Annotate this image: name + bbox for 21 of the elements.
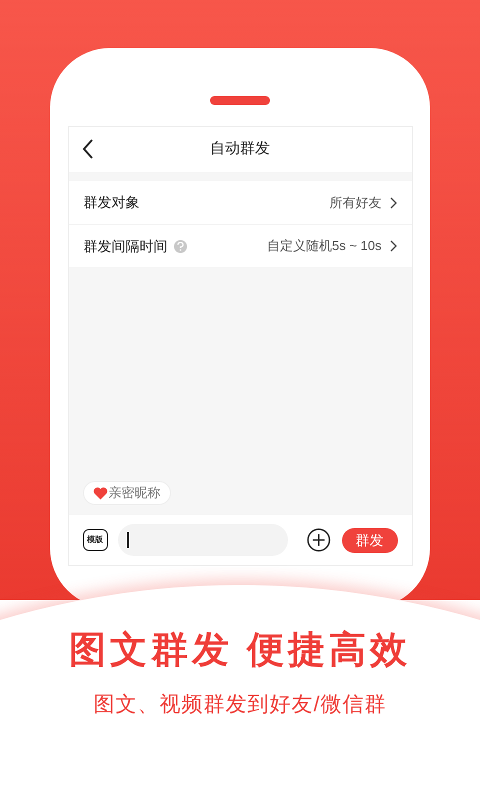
settings-row[interactable]: 群发间隔时间 自定义随机5s ~ 10s xyxy=(68,224,412,267)
setting-label: 群发对象 xyxy=(84,193,140,212)
chip-label: 亲密昵称 xyxy=(108,484,160,502)
setting-value: 所有好友 xyxy=(330,194,382,212)
message-input-field[interactable] xyxy=(118,524,288,556)
page-title: 自动群发 xyxy=(210,139,270,160)
setting-value: 自定义随机5s ~ 10s xyxy=(266,237,382,256)
text-cursor xyxy=(126,532,129,548)
subtitle: 图文、视频群发到好友/微信群 xyxy=(94,692,386,718)
add-icon[interactable] xyxy=(307,528,331,552)
headline: 图文群发 便捷高效 xyxy=(68,628,412,672)
settings-row[interactable]: 群发对象 所有好友 xyxy=(68,181,412,224)
back-icon[interactable] xyxy=(82,139,94,159)
chevron-icon xyxy=(390,240,396,252)
template-button[interactable]: 模版 xyxy=(82,529,108,551)
setting-label: 群发间隔时间 xyxy=(84,236,168,256)
heart-icon xyxy=(92,486,108,500)
send-button[interactable]: 群发 xyxy=(342,528,398,552)
chevron-icon xyxy=(390,196,396,208)
speaker-bar xyxy=(210,96,270,105)
nickname-chip[interactable]: 亲密昵称 xyxy=(82,481,170,505)
